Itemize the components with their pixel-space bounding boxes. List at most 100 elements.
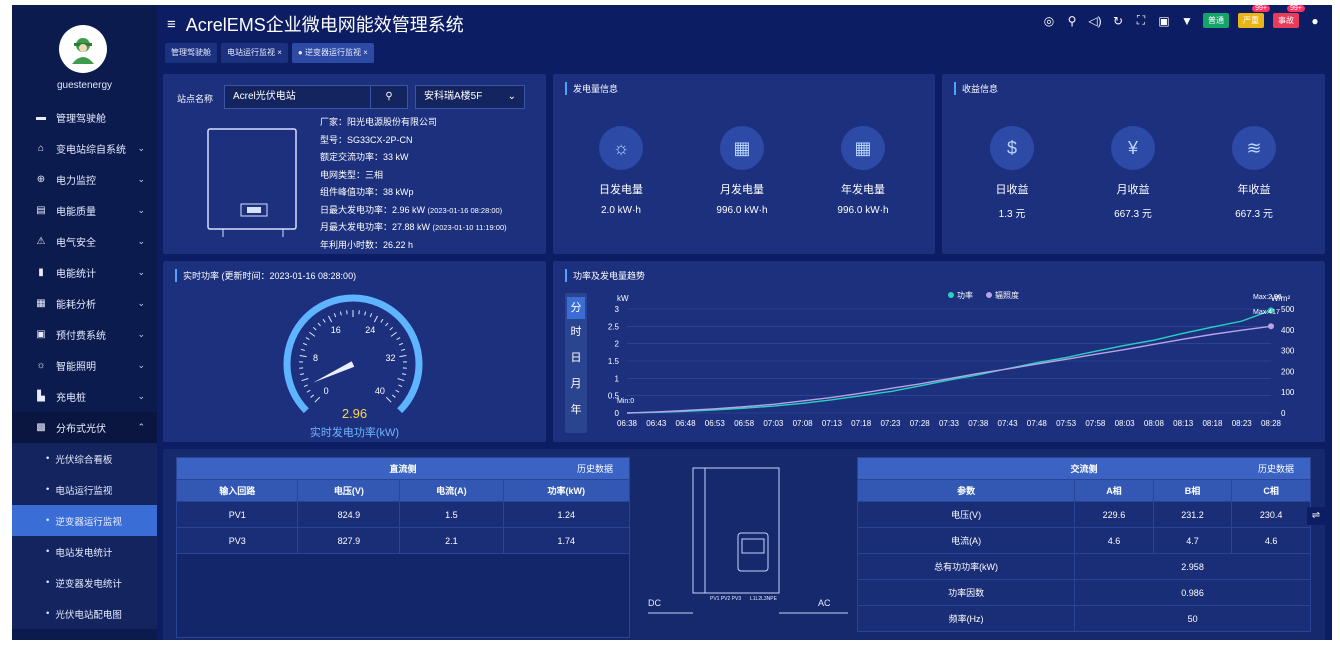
menu-icon: ▩: [36, 422, 46, 433]
gauge-tick: [397, 378, 405, 382]
serious-badge: 99+: [1252, 5, 1270, 12]
x-tick: 07:43: [998, 419, 1019, 428]
mode-day[interactable]: 日: [567, 349, 585, 365]
table-row: PV1 824.9 1.5 1.24: [175, 501, 631, 528]
search-icon: ⚲: [385, 91, 393, 102]
lifebuoy-icon[interactable]: ◎: [1042, 14, 1056, 28]
alarm-accident-tag[interactable]: 事故 99+: [1273, 5, 1305, 28]
ac-cell: 4.6: [1074, 527, 1154, 554]
sidebar-item[interactable]: ▣ 预付费系统 ⌄: [12, 319, 157, 350]
gauge-tick: [400, 348, 406, 351]
sidebar-item[interactable]: ⌂ 变电站综自系统 ⌄: [12, 133, 157, 164]
generation-title: 发电量信息: [565, 82, 618, 95]
location-select[interactable]: 安科瑞A楼5F ⌄: [415, 85, 525, 109]
submenu-item[interactable]: • 电站发电统计: [12, 536, 157, 567]
dc-cell: 1.24: [502, 501, 631, 528]
gauge-tick-label: 0: [324, 386, 329, 396]
station-input[interactable]: Acrel光伏电站: [224, 85, 371, 109]
ac-col-param: 参数: [856, 479, 1076, 502]
menu-icon: ⌂: [37, 143, 45, 154]
dc-history-link[interactable]: 历史数据: [577, 462, 613, 475]
user-icon[interactable]: ●: [1308, 14, 1322, 28]
dc-title: 直流侧: [389, 464, 417, 474]
sidebar-item[interactable]: ☼ 智能照明 ⌄: [12, 350, 157, 381]
sidebar-item[interactable]: ▙ 充电桩 ⌄: [12, 381, 157, 412]
mode-month[interactable]: 月: [567, 375, 585, 391]
month-max-time: (2023-01-10 11:19:00): [432, 223, 507, 232]
day-max-text: 日最大发电功率：2.96 kW: [320, 204, 426, 215]
menu-icon: ☼: [36, 360, 46, 371]
gauge-tick-label: 32: [386, 353, 396, 363]
sidebar-item[interactable]: ▮ 电能统计 ⌄: [12, 257, 157, 288]
bullet-icon: •: [46, 546, 50, 557]
station-search-button[interactable]: ⚲: [370, 85, 408, 109]
mode-hour[interactable]: 时: [567, 323, 585, 339]
gauge-tick-label: 40: [375, 386, 385, 396]
shirt-icon[interactable]: ▼: [1180, 14, 1194, 28]
submenu-item[interactable]: • 光伏综合看板: [12, 443, 157, 474]
avatar[interactable]: [59, 25, 107, 73]
month-generation-label: 月发电量: [720, 184, 764, 196]
y-left-tick: 0: [615, 409, 620, 418]
header: ≡ AcrelEMS企业微电网能效管理系统 ◎ ⚲ ◁) ↻ ⛶ ▣ ▼ 普通 …: [157, 5, 1332, 43]
dc-col-input: 输入回路: [175, 479, 299, 502]
tab-cockpit[interactable]: 管理驾驶舱: [165, 43, 217, 63]
gauge-needle: [313, 361, 355, 383]
search-icon[interactable]: ⚲: [1065, 14, 1079, 28]
sidebar-item[interactable]: ⊕ 电力监控 ⌄: [12, 164, 157, 195]
translate-icon[interactable]: ▣: [1157, 14, 1171, 28]
submenu-item[interactable]: • 逆变器运行监视: [12, 505, 157, 536]
ac-cell: 总有功功率(kW): [856, 553, 1076, 580]
ac-history-link[interactable]: 历史数据: [1258, 462, 1294, 475]
submenu-item[interactable]: • 逆变器发电统计: [12, 567, 157, 598]
spec-month-max: 月最大发电功率：27.88 kW (2023-01-10 11:19:00): [320, 219, 507, 237]
gauge-tick: [314, 396, 321, 403]
sidebar-item[interactable]: ▬ 管理驾驶舱: [12, 102, 157, 133]
gauge-tick: [389, 326, 393, 331]
sun-icon: ☼: [599, 126, 643, 170]
y-right-tick: 200: [1281, 367, 1295, 376]
sidebar-item[interactable]: ▩ 分布式光伏 ⌃: [12, 412, 157, 443]
sidebar-item-label: 电能统计: [56, 269, 96, 280]
sidebar-item[interactable]: ⚠ 电气安全 ⌄: [12, 226, 157, 257]
realtime-title: 实时功率 (更新时间：2023-01-16 08:28:00): [175, 269, 356, 282]
gauge-tick-label: 24: [365, 325, 375, 335]
sidebar-item-label: 分布式光伏: [56, 424, 106, 435]
settings-slider-icon[interactable]: ⇌: [1307, 507, 1325, 525]
ac-cell: 2.958: [1074, 553, 1311, 580]
gauge-value: 2.96: [341, 406, 368, 421]
chevron-icon: ⌄: [137, 236, 145, 246]
gauge-tick: [364, 311, 367, 316]
sidebar-item[interactable]: ▤ 电能质量 ⌄: [12, 195, 157, 226]
y-left-tick: 1: [615, 374, 620, 383]
sidebar-item[interactable]: ▦ 能耗分析 ⌄: [12, 288, 157, 319]
refresh-icon[interactable]: ↻: [1111, 14, 1125, 28]
tab-inverter-monitor[interactable]: ● 逆变器运行监视 ×: [291, 43, 374, 63]
alarm-serious-tag[interactable]: 严重 99+: [1238, 5, 1270, 28]
sidebar-item-label: 智能照明: [56, 362, 96, 373]
ac-cell: 频率(Hz): [856, 605, 1076, 632]
submenu-item-label: 逆变器运行监视: [55, 516, 122, 528]
mode-minute[interactable]: 分: [567, 297, 585, 319]
table-row: 电流(A) 4.6 4.7 4.6: [856, 527, 1311, 554]
tab-station-monitor[interactable]: 电站运行监视 ×: [221, 43, 288, 63]
volume-icon[interactable]: ◁): [1088, 14, 1102, 28]
ac-header: 交流侧 历史数据: [857, 457, 1311, 480]
sidebar-item-label: 电能质量: [56, 207, 96, 218]
fullscreen-icon[interactable]: ⛶: [1134, 13, 1148, 28]
hamburger-icon[interactable]: ≡: [167, 16, 176, 33]
gauge-tick: [390, 331, 397, 337]
gauge-tick: [303, 384, 308, 388]
dc-cell: 824.9: [297, 501, 401, 528]
mode-year[interactable]: 年: [567, 401, 585, 417]
submenu-item[interactable]: • 光伏电站配电图: [12, 598, 157, 629]
dc-cell: PV1: [175, 501, 299, 528]
y-right-tick: 400: [1281, 326, 1295, 335]
spec-maker: 厂家：阳光电源股份有限公司: [320, 117, 438, 127]
series-endpoint: [1268, 323, 1274, 330]
chevron-icon: ⌄: [137, 329, 145, 339]
dc-header: 直流侧 历史数据: [176, 457, 630, 480]
submenu-item[interactable]: • 电站运行监视: [12, 474, 157, 505]
gauge-tick: [391, 394, 396, 398]
alarm-normal-tag[interactable]: 普通: [1203, 13, 1229, 28]
